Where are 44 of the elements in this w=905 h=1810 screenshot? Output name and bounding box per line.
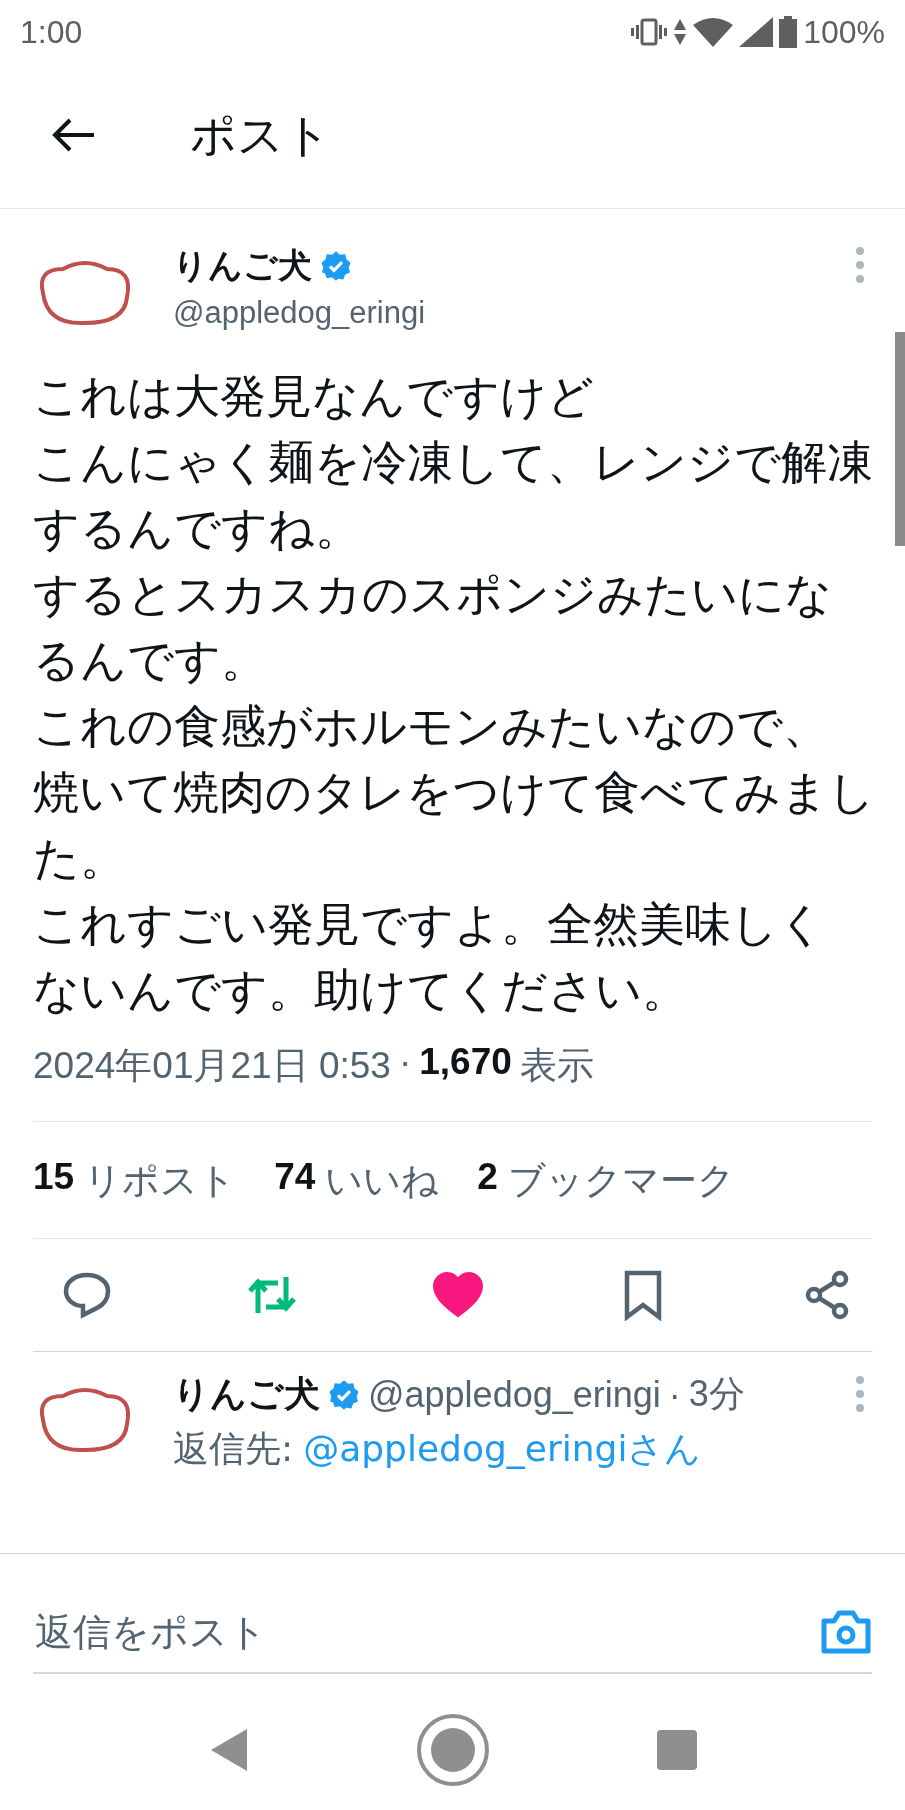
post-text-line: これの食感がホルモンみたいなので、 [33,698,829,755]
post-text-line: これは大発見なんですけど [33,368,594,425]
post-text-line: 焼いて焼肉のタレをつけて食べてみまし [33,764,875,821]
back-arrow-icon [52,116,96,153]
post-text-line: するとスカスカのスポンジみたいにな [33,566,832,623]
camera-icon[interactable] [820,1608,872,1655]
scrollbar[interactable] [895,332,905,546]
clock-text: 1:00 [20,13,83,51]
author-name: りんご犬 [173,1372,320,1416]
post-text-line: こんにゃく麺を冷凍して、レンジで解凍 [33,434,873,491]
stat-count: 2 [477,1156,498,1199]
separator-dot: · [668,1373,681,1416]
reply-to-label: 返信先: [173,1427,294,1470]
wifi-icon [693,17,734,47]
more-options-icon[interactable] [853,1374,867,1414]
stat-count: 74 [274,1156,316,1199]
data-arrows-icon [673,17,688,47]
battery-text: 100% [803,13,885,51]
reply-time: 3分 [688,1372,745,1416]
stat-label[interactable]: リポスト [84,1156,237,1206]
home-circle-icon [415,1713,490,1787]
page-title: ポスト [190,107,331,164]
more-options-icon[interactable] [853,245,867,285]
post-text-line: するんですね。 [33,500,361,557]
vibrate-icon [631,17,668,47]
battery-icon [779,16,798,48]
stat-count: 15 [33,1156,75,1199]
square-recents-icon [656,1730,697,1770]
stat-label[interactable]: ブックマーク [507,1156,735,1206]
author-name: りんご犬 [173,244,312,287]
author-handle: @appledog_eringi [173,295,426,331]
reply-input-field[interactable]: 返信をポスト [33,1608,820,1655]
stat-label[interactable]: いいね [325,1156,440,1206]
post-text-line: た。 [33,830,126,887]
view-count: 1,670 [419,1041,512,1084]
post-timestamp: 2024年01月21日 0:53 [33,1044,391,1088]
home-nav-button[interactable] [415,1713,490,1787]
post-text-line: これすごい発見ですよ。全然美味しく [33,896,825,953]
post-text-line: るんです。 [33,632,267,689]
post-text-line: ないんです。助けてください。 [33,962,688,1019]
views-label: 表示 [519,1044,594,1088]
author-handle: @appledog_eringi [368,1373,661,1416]
signal-icon [739,17,774,47]
separator-dot: · [398,1041,412,1084]
